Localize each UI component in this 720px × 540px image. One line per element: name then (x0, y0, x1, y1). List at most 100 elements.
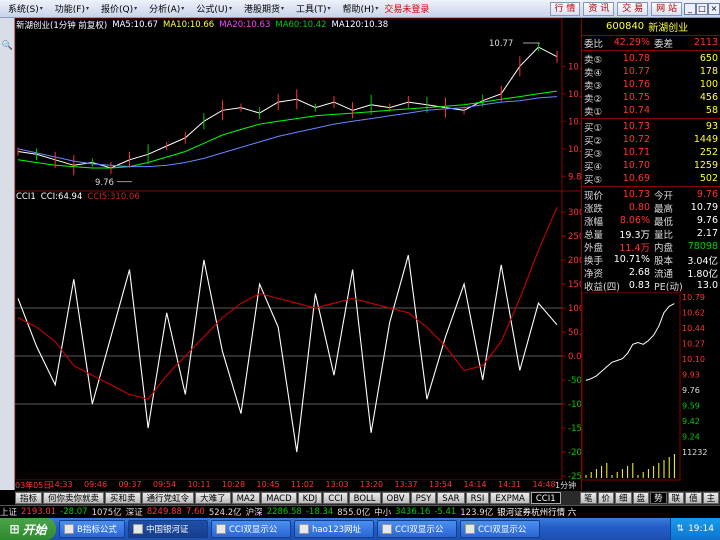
low-label: 9.76 (95, 178, 114, 188)
stat-value: 2.68 (628, 267, 650, 278)
cci-legend-cci: CCI:64.94 (40, 192, 83, 202)
menu-item-3[interactable]: 分析(A) ▾ (143, 2, 190, 15)
tab-14[interactable]: EXPMA (490, 492, 530, 504)
system-tray: ⇅ 19:14 (669, 518, 720, 540)
menu-item-5[interactable]: 港股期货 ▾ (238, 2, 290, 15)
network-icon[interactable]: ⇅ (677, 524, 685, 534)
rect-icon[interactable]: □ (1, 154, 14, 167)
start-button[interactable]: ⊞ 开始 (0, 518, 56, 540)
minimize-icon[interactable]: _ (684, 2, 696, 15)
task-item-3[interactable]: hao123网址 (294, 520, 374, 538)
order-price: 10.69 (622, 173, 650, 184)
trade-status[interactable]: 交易未登录 (384, 2, 429, 15)
line-icon[interactable]: ╱ (1, 78, 14, 91)
menu-item-6[interactable]: 工具(T) ▾ (290, 2, 337, 15)
tab-13[interactable]: RSI (465, 492, 490, 504)
stat-value: 8.06% (619, 215, 650, 226)
bar-icon[interactable]: ▮ (1, 192, 14, 205)
tab-12[interactable]: SAR (437, 492, 465, 504)
grid-icon[interactable]: ▦ (1, 97, 14, 110)
tab-7[interactable]: KDJ (297, 492, 323, 504)
rtab-7[interactable]: 主 (702, 492, 720, 504)
maximize-icon[interactable]: □ (696, 2, 708, 15)
stat-value-2: 10.79 (690, 202, 718, 213)
chevron-down-icon: ▾ (39, 5, 43, 12)
task-item-1[interactable]: 中国银河证 (128, 520, 208, 538)
menu-item-1[interactable]: 功能(F) ▾ (49, 2, 95, 15)
text-icon[interactable]: T (1, 135, 14, 148)
stat-value-2: 1.80亿 (687, 268, 718, 280)
menu-item-7[interactable]: 帮助(H) ▾ (337, 2, 385, 15)
order-label: 买④ (584, 161, 603, 173)
rtab-3[interactable]: 盘 (632, 492, 650, 504)
task-item-5[interactable]: CCI双显示公 (460, 520, 540, 538)
rtab-1[interactable]: 价 (597, 492, 615, 504)
mini-chart[interactable]: 10.79 10.62 10.44 10.27 10.10 9.93 9.76 9.59 9.4… (581, 291, 720, 482)
top-button-1[interactable]: 资 讯 (583, 1, 615, 16)
tab-4[interactable]: 大难了 (195, 492, 231, 504)
menu-item-2[interactable]: 报价(Q) ▾ (95, 2, 143, 15)
cci-axis-label: -50.00 (568, 376, 581, 386)
move-icon[interactable]: ✥ (1, 287, 14, 300)
task-item-4[interactable]: CCI双显示公 (377, 520, 457, 538)
rtab-2[interactable]: 细 (615, 492, 632, 504)
kline-icon[interactable]: ▥ (1, 59, 14, 72)
rtab-0[interactable]: 笔 (580, 492, 597, 504)
top-button-3[interactable]: 网 站 (651, 1, 682, 16)
series-cci (17, 255, 558, 453)
tab-2[interactable]: 买和卖 (105, 492, 141, 504)
stat-value: 19.3万 (619, 229, 650, 241)
order-row: 卖① 10.74 58 (582, 104, 720, 118)
time-label: 09:54 (153, 480, 177, 489)
time-label: 13:03 (325, 480, 349, 489)
tab-5[interactable]: MA2 (231, 492, 261, 504)
stat-row: 总量 19.3万 量比 2.17 (582, 227, 720, 241)
cci-axis-label: 0.00 (568, 352, 581, 362)
period-label[interactable]: 1分钟 (555, 480, 581, 491)
tab-10[interactable]: OBV (381, 492, 410, 504)
arrow-down-icon[interactable]: ↓ (1, 344, 14, 357)
chart-icon[interactable]: ▤ (1, 116, 14, 129)
task-item-0[interactable]: B指标公式 (59, 520, 125, 538)
stat-label: 收益(四) (584, 281, 620, 293)
tab-11[interactable]: PSY (410, 492, 437, 504)
task-item-2[interactable]: CCI双显示公 (211, 520, 291, 538)
cursor-icon[interactable]: ↖ (1, 21, 14, 34)
tab-8[interactable]: CCI (323, 492, 348, 504)
tab-1[interactable]: 何你卖你就卖 (43, 492, 105, 504)
rtab-4[interactable]: 势 (650, 492, 667, 504)
tab-9[interactable]: BOLL (348, 492, 381, 504)
settings-icon[interactable]: ⚙ (1, 249, 14, 262)
tab-6[interactable]: MACD (261, 492, 297, 504)
top-button-0[interactable]: 行 情 (549, 1, 581, 16)
tab-3[interactable]: 通行党虹令 (141, 492, 195, 504)
zoom-in-icon[interactable]: 🔍 (1, 40, 14, 53)
list-icon[interactable]: ☰ (1, 230, 14, 243)
menu-item-0[interactable]: 系统(S) ▾ (2, 2, 49, 15)
menu-item-4[interactable]: 公式(U) ▾ (190, 2, 238, 15)
chevron-down-icon: ▾ (134, 5, 138, 12)
cci-legend-cci5: CCI5:310.06 (87, 192, 140, 202)
taskbar: ⊞ 开始 B指标公式 中国银河证 CCI双显示公 hao123网址 CCI双显示公 CCI双… (0, 518, 720, 540)
stat-row: 现价 10.73 今开 9.76 (582, 188, 720, 202)
order-row: 买① 10.73 93 (582, 120, 720, 134)
left-toolbar: ↖ 🔍 ▥ ╱ ▦ ▤ T □ ▦ ▮ ↻ ☰ ⚙ ∿ ✥ + ↑ ↓ (0, 18, 15, 490)
mini-axis-label: 9.24 (682, 433, 700, 442)
cci-axis-label: -100.0 (568, 400, 581, 410)
tab-15[interactable]: CCI1 (530, 492, 561, 504)
table-icon[interactable]: ▦ (1, 173, 14, 186)
tab-0[interactable]: 指标 (15, 492, 43, 504)
close-icon[interactable]: × (708, 2, 720, 15)
top-button-2[interactable]: 交 易 (617, 1, 649, 16)
chevron-down-icon: ▾ (327, 5, 331, 12)
wave-icon[interactable]: ∿ (1, 268, 14, 281)
rtab-5[interactable]: 联 (667, 492, 685, 504)
chart-area[interactable]: 10.60 10.40 10.20 10.00 9.80 300.0 250.0 200.0 1… (15, 18, 581, 480)
arrow-up-icon[interactable]: ↑ (1, 325, 14, 338)
refresh-icon[interactable]: ↻ (1, 211, 14, 224)
time-label: 10:45 (256, 480, 280, 489)
order-price: 10.73 (622, 121, 650, 132)
rtab-6[interactable]: 值 (685, 492, 702, 504)
add-icon[interactable]: + (1, 306, 14, 319)
order-volume: 502 (699, 173, 718, 184)
